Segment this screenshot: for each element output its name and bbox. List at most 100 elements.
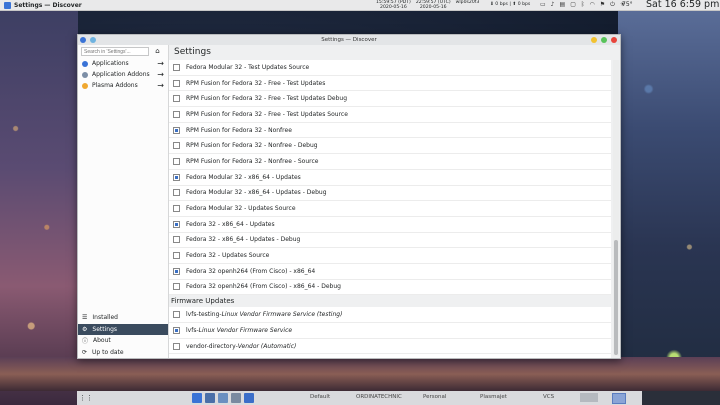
window-menu-icon[interactable] xyxy=(80,37,86,43)
sidebar-item-label: Plasma Addons xyxy=(92,82,138,89)
repo-label: Fedora Modular 32 - x86_64 - Updates xyxy=(186,173,301,181)
clock-date: 2020-05-16 xyxy=(419,5,447,10)
screen-icon[interactable]: ▭ xyxy=(540,1,546,9)
power-icon[interactable]: ⏻ xyxy=(610,1,615,9)
repo-label: RPM Fusion for Fedora 32 - Nonfree - Deb… xyxy=(186,142,318,150)
info-icon: ⓘ xyxy=(82,338,89,346)
repo-checkbox[interactable] xyxy=(173,95,180,103)
repo-row[interactable]: RPM Fusion for Fedora 32 - Free - Test U… xyxy=(169,91,611,108)
repo-row[interactable]: RPM Fusion for Fedora 32 - Nonfree xyxy=(169,123,611,139)
repo-checkbox[interactable] xyxy=(173,110,180,118)
repo-checkbox[interactable] xyxy=(173,267,180,275)
repo-row[interactable]: RPM Fusion for Fedora 32 - Free - Test U… xyxy=(169,76,611,92)
repo-checkbox[interactable] xyxy=(173,79,180,87)
volume-icon[interactable]: ♪ xyxy=(551,1,555,9)
task-terminal-icon[interactable] xyxy=(231,393,241,403)
repo-row[interactable]: Fedora 32 openh264 (From Cisco) - x86_64 xyxy=(169,264,611,280)
firmware-checkbox[interactable] xyxy=(173,311,180,319)
sidebar-item-label: Applications xyxy=(92,60,129,67)
repo-row[interactable]: Fedora 32 openh264 (From Cisco) - x86_64… xyxy=(169,280,611,296)
repo-row[interactable]: Fedora Modular 32 - x86_64 - Updates - D… xyxy=(169,186,611,202)
close-button[interactable] xyxy=(611,37,617,43)
repo-label: Fedora 32 openh264 (From Cisco) - x86_64 xyxy=(186,267,316,275)
sidebar-item-applications[interactable]: Applications → xyxy=(78,58,168,69)
firmware-name: lvfs xyxy=(186,326,197,334)
repo-row[interactable]: RPM Fusion for Fedora 32 - Nonfree - Sou… xyxy=(169,154,611,170)
display-icon[interactable]: ▢ xyxy=(570,1,576,9)
category-icon xyxy=(82,60,88,67)
repo-row[interactable]: Fedora Modular 32 - Test Updates Source xyxy=(169,60,611,76)
task-files-icon[interactable] xyxy=(205,393,215,403)
repo-row[interactable]: RPM Fusion for Fedora 32 - Nonfree - Deb… xyxy=(169,138,611,155)
repo-checkbox[interactable] xyxy=(173,126,180,134)
clock-cell[interactable]: wlp0s20f3 xyxy=(456,0,480,10)
pin-icon[interactable] xyxy=(90,37,96,43)
firmware-checkbox[interactable] xyxy=(173,342,180,350)
maximize-button[interactable] xyxy=(601,37,607,43)
sidebar-item-settings[interactable]: ⚙ Settings xyxy=(78,323,168,335)
virtual-desktop-5[interactable]: VCS xyxy=(543,394,554,400)
task-discover-icon[interactable] xyxy=(192,393,202,403)
bluetooth-icon[interactable]: ᛒ xyxy=(581,1,585,9)
sidebar-item-installed[interactable]: ☰ Installed xyxy=(78,312,168,324)
firmware-row[interactable]: lvfs-testing - Linux Vendor Firmware Ser… xyxy=(169,307,611,323)
repo-checkbox[interactable] xyxy=(173,157,180,165)
window-titlebar[interactable]: Settings — Discover xyxy=(78,35,620,45)
firmware-desc: Linux Vendor Firmware Service xyxy=(198,326,293,334)
virtual-desktop-1[interactable]: Default xyxy=(310,394,330,400)
firmware-row[interactable]: lvfs - Linux Vendor Firmware Service xyxy=(169,323,611,339)
wallpaper-right xyxy=(618,10,720,405)
virtual-desktop-4[interactable]: Plasmajet xyxy=(480,394,507,400)
firmware-checkbox[interactable] xyxy=(173,326,180,334)
virtual-desktop-3[interactable]: Personal xyxy=(423,394,446,400)
search-input[interactable] xyxy=(81,47,149,56)
repo-label: Fedora 32 openh264 (From Cisco) - x86_64… xyxy=(186,283,341,291)
notifications-icon[interactable]: ⚑ xyxy=(600,1,605,9)
wallpaper-left xyxy=(0,10,78,405)
temperature: 75° xyxy=(622,1,633,8)
repo-checkbox[interactable] xyxy=(173,189,180,197)
scrollbar[interactable] xyxy=(613,60,619,356)
repo-row[interactable]: Fedora Modular 32 - Updates Source xyxy=(169,201,611,217)
date-time[interactable]: Sat 16 6:59 pm xyxy=(646,0,719,10)
repo-checkbox[interactable] xyxy=(173,173,180,181)
clock-cell[interactable]: 15:59:57 (PDT) 2020-05-16 xyxy=(376,0,411,10)
show-desktop-icon[interactable] xyxy=(612,393,626,404)
repo-checkbox[interactable] xyxy=(173,205,180,213)
wifi-icon[interactable]: ◠ xyxy=(589,1,594,9)
repo-checkbox[interactable] xyxy=(173,252,180,260)
repo-checkbox[interactable] xyxy=(173,142,180,150)
world-clock[interactable]: 15:59:57 (PDT) 2020-05-16 22:59:57 (UTC) 20… xyxy=(376,0,479,10)
repo-checkbox[interactable] xyxy=(173,283,180,291)
arrow-right-icon: → xyxy=(157,81,164,90)
clock-cell[interactable]: 22:59:57 (UTC) 2020-05-16 xyxy=(416,0,451,10)
app-launcher-icon[interactable]: ⋮⋮ xyxy=(79,393,93,403)
scrollbar-thumb[interactable] xyxy=(614,240,618,355)
repo-row[interactable]: Fedora Modular 32 - x86_64 - Updates xyxy=(169,170,611,186)
repo-checkbox[interactable] xyxy=(173,220,180,228)
clock-date: wlp0s20f3 xyxy=(455,0,480,5)
repo-checkbox[interactable] xyxy=(173,63,180,71)
task-settings-icon[interactable] xyxy=(244,393,254,403)
repo-label: Fedora 32 - x86_64 - Updates - Debug xyxy=(186,236,301,244)
repo-row[interactable]: Fedora 32 - x86_64 - Updates - Debug xyxy=(169,233,611,249)
sidebar-item-up-to-date[interactable]: ⟳ Up to date xyxy=(78,347,168,359)
sidebar-item-plasma-addons[interactable]: Plasma Addons → xyxy=(78,80,168,91)
sidebar-item-about[interactable]: ⓘ About xyxy=(78,335,168,347)
window-preview[interactable] xyxy=(580,393,598,402)
sidebar-item-application-addons[interactable]: Application Addons → xyxy=(78,69,168,80)
list-icon: ☰ xyxy=(82,314,88,322)
virtual-desktop-2[interactable]: ORDINATECHNIC xyxy=(356,394,402,400)
repo-row[interactable]: Fedora 32 - x86_64 - Updates xyxy=(169,217,611,233)
discover-window: Settings — Discover ⌂ Applications→Appli… xyxy=(77,34,621,359)
repo-row[interactable]: RPM Fusion for Fedora 32 - Free - Test U… xyxy=(169,107,611,123)
firmware-section-header: Firmware Updates xyxy=(169,295,611,308)
minimize-button[interactable] xyxy=(591,37,597,43)
firmware-row[interactable]: vendor-directory - Vendor (Automatic) xyxy=(169,339,611,355)
clipboard-icon[interactable]: ▤ xyxy=(560,1,566,9)
task-browser-icon[interactable] xyxy=(218,393,228,403)
home-icon[interactable]: ⌂ xyxy=(153,47,162,56)
repo-row[interactable]: Fedora 32 - Updates Source xyxy=(169,248,611,264)
repo-checkbox[interactable] xyxy=(173,236,180,244)
sidebar-item-label: Settings xyxy=(92,325,117,333)
